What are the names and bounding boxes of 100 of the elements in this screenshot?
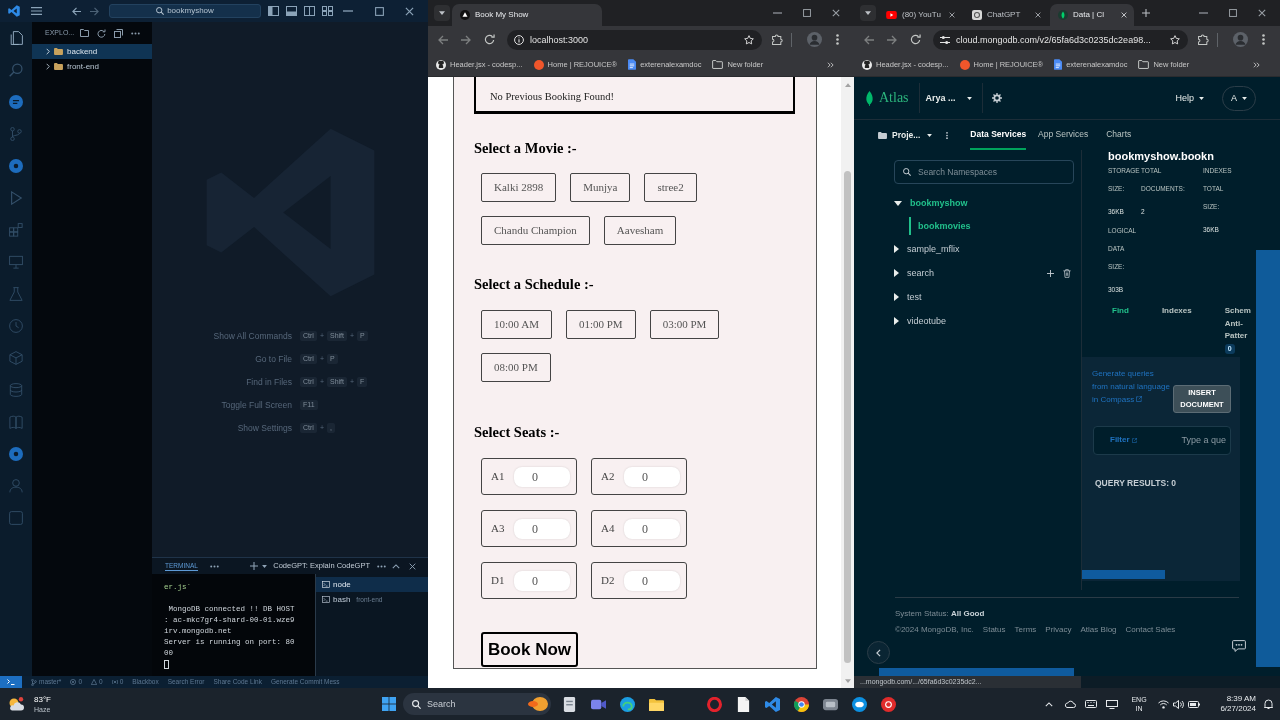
footer-link[interactable]: Terms — [1014, 624, 1037, 636]
weather-icon[interactable] — [8, 697, 24, 711]
collection-tab[interactable]: Find — [1112, 305, 1129, 318]
panel-toggle-icon[interactable] — [286, 6, 297, 16]
more-bookmarks-icon[interactable] — [827, 61, 834, 68]
notepad-icon[interactable] — [736, 696, 751, 712]
file-icon[interactable] — [562, 696, 577, 712]
tree-item[interactable]: test — [894, 285, 1074, 309]
browser-tab[interactable]: (80) YouTu — [878, 4, 962, 26]
option-button[interactable]: 03:00 PM — [649, 310, 720, 339]
command-center[interactable]: bookmyshow — [109, 4, 261, 18]
option-button[interactable]: Munjya — [570, 173, 631, 202]
project-menu[interactable]: Proje... — [878, 120, 933, 150]
query-field[interactable]: Type a que — [1181, 434, 1226, 446]
maximize-icon[interactable] — [375, 6, 384, 16]
cloud-icon[interactable] — [1063, 700, 1076, 708]
chat-bubble-icon[interactable] — [1232, 639, 1246, 652]
new-tab-icon[interactable] — [1142, 9, 1150, 17]
start-icon[interactable] — [382, 697, 396, 711]
list-circle-icon[interactable] — [9, 95, 23, 109]
extensions-icon[interactable] — [1198, 34, 1209, 45]
close-icon[interactable] — [409, 562, 416, 570]
seat-count-field[interactable]: 0 — [624, 570, 680, 591]
tree-item[interactable]: sample_mflix — [894, 237, 1074, 261]
reload-icon[interactable] — [910, 34, 921, 45]
footer-link[interactable]: Atlas Blog — [1080, 624, 1117, 636]
bookmark-star-icon[interactable] — [744, 34, 754, 45]
scrollbar-thumb[interactable] — [844, 171, 851, 663]
notification-icon[interactable] — [1263, 699, 1273, 709]
app-icon[interactable] — [823, 696, 838, 712]
close-icon[interactable] — [832, 9, 840, 17]
more-icon[interactable] — [377, 564, 386, 568]
back-arrow-icon[interactable] — [72, 6, 81, 16]
option-button[interactable]: stree2 — [644, 173, 697, 202]
new-folder-icon[interactable] — [80, 29, 89, 37]
volume-icon[interactable] — [1173, 699, 1184, 709]
ring-icon[interactable] — [707, 696, 722, 712]
keyboard-icon[interactable] — [1084, 700, 1097, 708]
book-now-button[interactable]: Book Now — [481, 632, 578, 667]
option-button[interactable]: Chandu Champion — [481, 216, 590, 245]
footer-link[interactable]: Status — [982, 624, 1006, 636]
option-button[interactable]: 08:00 PM — [481, 353, 551, 382]
nav-tab[interactable]: Data Services — [970, 120, 1027, 150]
search-box[interactable]: Search — [403, 693, 551, 715]
tree-item[interactable]: backend — [32, 44, 152, 59]
sidebar-toggle-icon[interactable] — [268, 6, 279, 16]
browser-tab[interactable]: Data | Cl — [1050, 4, 1134, 26]
reload-icon[interactable] — [484, 34, 495, 45]
close-icon[interactable] — [949, 12, 955, 18]
folder-icon[interactable] — [649, 696, 664, 712]
settings-icon[interactable] — [991, 93, 1002, 103]
layout-grid-icon[interactable] — [322, 6, 333, 16]
menu-icon[interactable] — [1262, 34, 1265, 45]
trash-icon[interactable] — [1063, 268, 1071, 278]
chevron-up-icon[interactable] — [392, 563, 400, 569]
terminal-session-item[interactable]: node — [316, 577, 428, 592]
info-icon[interactable] — [514, 34, 524, 45]
close-icon[interactable] — [1035, 12, 1041, 18]
monitor-icon[interactable] — [1105, 699, 1118, 709]
cloud-disc-icon[interactable] — [852, 696, 867, 712]
code-editor-icon[interactable] — [765, 696, 780, 712]
tree-item[interactable]: bookmovies — [894, 215, 1074, 237]
option-button[interactable]: Kalki 2898 — [481, 173, 557, 202]
close-icon[interactable] — [1258, 9, 1266, 17]
caret-down-icon[interactable] — [262, 564, 268, 568]
maximize-icon[interactable] — [803, 9, 811, 17]
browser-icon[interactable] — [794, 696, 809, 712]
footer-link[interactable]: Privacy — [1045, 624, 1072, 636]
close-icon[interactable] — [405, 6, 414, 16]
option-button[interactable]: 01:00 PM — [565, 310, 636, 339]
refresh-icon[interactable] — [97, 28, 106, 38]
site-settings-icon[interactable] — [940, 34, 950, 45]
clock[interactable]: 8:39 AM 6/27/2024 — [1208, 694, 1256, 714]
nav-tab[interactable]: App Services — [1038, 120, 1089, 150]
battery-icon[interactable] — [1188, 700, 1200, 708]
wave-disc-icon[interactable] — [620, 696, 635, 712]
collection-tab[interactable]: Indexes — [1161, 305, 1192, 318]
option-button[interactable]: Aavesham — [603, 216, 677, 245]
scrollbar-thumb[interactable] — [879, 667, 1074, 676]
seat-count-field[interactable]: 0 — [624, 466, 680, 487]
footer-link[interactable]: Contact Sales — [1125, 624, 1176, 636]
seat-count-field[interactable]: 0 — [514, 518, 570, 539]
maximize-icon[interactable] — [1229, 9, 1237, 17]
menu-icon[interactable] — [836, 34, 839, 45]
address-bar[interactable]: localhost:3000 — [507, 29, 762, 50]
record-icon[interactable] — [881, 696, 896, 712]
seat-count-field[interactable]: 0 — [514, 570, 570, 591]
tree-item[interactable]: videotube — [894, 309, 1074, 333]
browser-tab[interactable]: Book My Show — [452, 4, 602, 26]
scrollbar-thumb[interactable] — [1082, 569, 1165, 579]
help-menu[interactable]: Help — [1175, 92, 1204, 104]
browser-tab[interactable]: ChatGPT — [964, 4, 1048, 26]
more-icon[interactable] — [946, 130, 949, 140]
disc-icon[interactable] — [9, 159, 23, 173]
wifi-icon[interactable] — [1158, 699, 1169, 709]
split-layout-icon[interactable] — [304, 6, 315, 16]
tab-list-button[interactable] — [434, 5, 450, 21]
organization-menu[interactable]: Arya ... — [925, 92, 972, 104]
more-icon[interactable] — [209, 564, 219, 568]
address-bar[interactable]: cloud.mongodb.com/v2/65fa6d3c0235dc2ea98... — [933, 29, 1188, 50]
